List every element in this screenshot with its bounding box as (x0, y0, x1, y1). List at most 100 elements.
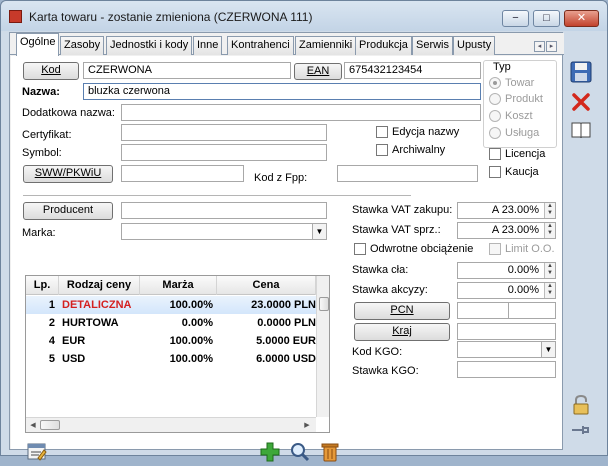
scroll-left-icon[interactable]: ◀ (28, 421, 38, 429)
typ-koszt-label: Koszt (505, 110, 533, 122)
tab-serwis[interactable]: Serwis (412, 36, 454, 55)
ean-button[interactable]: EAN (294, 63, 342, 80)
nazwa-field[interactable]: bluzka czerwona (83, 83, 481, 100)
chevron-down-icon[interactable]: ▼ (541, 342, 555, 357)
kod-kgo-select[interactable]: ▼ (457, 341, 556, 358)
table-row[interactable]: 1 DETALICZNA 100.00% 23.0000 PLN (26, 296, 316, 314)
cell-lp: 5 (48, 353, 55, 365)
tab-zasoby[interactable]: Zasoby (60, 36, 105, 55)
symbol-field[interactable] (121, 144, 327, 161)
dodatkowa-nazwa-field[interactable] (121, 104, 481, 121)
tab-scroll-right-icon[interactable]: ▸ (546, 41, 557, 52)
tab-upusty[interactable]: Upusty (453, 36, 496, 55)
stawka-akcyzy-field[interactable]: 0.00% ▲ ▼ (457, 282, 556, 299)
typ-usluga-label: Usługa (505, 127, 540, 139)
cell-cena: 0.0000 PLN (257, 317, 316, 329)
close-button[interactable]: ✕ (564, 10, 599, 27)
column-header-lp[interactable]: Lp. (26, 276, 59, 295)
spin-icon[interactable]: ▲ ▼ (544, 283, 555, 298)
limit-oo-checkbox[interactable] (489, 243, 501, 255)
tab-inne[interactable]: Inne (193, 36, 223, 55)
kod-button[interactable]: Kod (23, 62, 79, 80)
book-icon[interactable] (570, 119, 592, 141)
cell-rodzaj: USD (62, 353, 86, 365)
chevron-down-icon[interactable]: ▼ (312, 224, 326, 239)
table-row[interactable]: 4 EUR 100.00% 5.0000 EUR (26, 332, 316, 350)
vscroll-thumb[interactable] (319, 297, 329, 311)
price-table-header: Lp. Rodzaj ceny Marża Cena (26, 276, 316, 295)
pin-icon[interactable] (570, 419, 592, 441)
kaucja-checkbox[interactable] (489, 166, 501, 178)
tab-produkcja[interactable]: Produkcja (355, 36, 412, 55)
pcn-button[interactable]: PCN (354, 302, 450, 320)
edit-list-icon[interactable] (25, 441, 49, 465)
search-icon[interactable] (288, 441, 312, 465)
producent-button[interactable]: Producent (23, 202, 113, 220)
edycja-nazwy-label: Edycja nazwy (392, 126, 460, 138)
licencja-label: Licencja (505, 148, 546, 160)
lock-icon[interactable] (570, 394, 592, 416)
vat-sprz-field[interactable]: A 23.00% ▲ ▼ (457, 222, 556, 239)
typ-usluga-radio[interactable] (489, 127, 501, 139)
vat-zakupu-field[interactable]: A 23.00% ▲ ▼ (457, 202, 556, 219)
pcn-field-1[interactable] (457, 302, 509, 319)
kaucja-label: Kaucja (505, 166, 539, 178)
typ-label: Typ (492, 61, 512, 73)
cell-marza: 100.00% (169, 299, 213, 311)
trash-icon[interactable] (318, 441, 342, 465)
nazwa-label: Nazwa: (22, 86, 60, 98)
table-row[interactable]: 5 USD 100.00% 6.0000 USD (26, 350, 316, 368)
table-row[interactable]: 2 HURTOWA 0.00% 0.0000 PLN (26, 314, 316, 332)
odwrotne-obciazenie-checkbox[interactable] (354, 243, 366, 255)
pcn-field-2[interactable] (508, 302, 556, 319)
stawka-cla-field[interactable]: 0.00% ▲ ▼ (457, 262, 556, 279)
kraj-button[interactable]: Kraj (354, 323, 450, 341)
ean-field[interactable]: 675432123454 (344, 62, 481, 79)
window: Karta towaru - zostanie zmieniona (CZERW… (0, 0, 608, 462)
vat-sprz-label: Stawka VAT sprz.: (352, 224, 441, 236)
tab-scroll-left-icon[interactable]: ◂ (534, 41, 545, 52)
save-icon[interactable] (570, 61, 592, 83)
spin-icon[interactable]: ▲ ▼ (544, 263, 555, 278)
spin-icon[interactable]: ▲ ▼ (544, 203, 555, 218)
maximize-button[interactable]: □ (533, 10, 560, 27)
marka-select[interactable]: ▼ (121, 223, 327, 240)
minimize-button[interactable]: − (502, 10, 529, 27)
cancel-icon[interactable] (570, 91, 592, 113)
stawka-kgo-field[interactable] (457, 361, 556, 378)
column-header-cena[interactable]: Cena (217, 276, 316, 295)
price-table[interactable]: Lp. Rodzaj ceny Marża Cena 1 DETALICZNA 10… (25, 275, 330, 433)
typ-produkt-radio[interactable] (489, 93, 501, 105)
kod-fpp-field[interactable] (337, 165, 478, 182)
kraj-field[interactable] (457, 323, 556, 340)
cell-cena: 6.0000 USD (256, 353, 316, 365)
kod-field[interactable]: CZERWONA (83, 62, 291, 79)
add-icon[interactable] (258, 441, 282, 465)
limit-oo-label: Limit O.O. (505, 243, 555, 255)
stawka-akcyzy-label: Stawka akcyzy: (352, 284, 428, 296)
price-table-hscroll[interactable]: ◀ ▶ (26, 417, 316, 432)
title-bar[interactable]: Karta towaru - zostanie zmieniona (CZERW… (1, 1, 607, 31)
typ-towar-radio[interactable] (489, 77, 501, 89)
typ-koszt-radio[interactable] (489, 110, 501, 122)
tab-ogolne[interactable]: Ogólne (16, 33, 60, 56)
edycja-nazwy-checkbox[interactable] (376, 126, 388, 138)
sww-pkwiu-button[interactable]: SWW/PKWiU (23, 165, 113, 183)
archiwalny-checkbox[interactable] (376, 144, 388, 156)
column-header-rodzaj[interactable]: Rodzaj ceny (59, 276, 140, 295)
producent-field[interactable] (121, 202, 327, 219)
licencja-checkbox[interactable] (489, 148, 501, 160)
certyfikat-field[interactable] (121, 124, 327, 141)
tab-kontrahenci[interactable]: Kontrahenci (227, 36, 294, 55)
sww-pkwiu-field[interactable] (121, 165, 244, 182)
window-title: Karta towaru - zostanie zmieniona (CZERW… (29, 10, 313, 24)
column-header-marza[interactable]: Marża (140, 276, 217, 295)
tab-zamienniki[interactable]: Zamienniki (295, 36, 357, 55)
spin-icon[interactable]: ▲ ▼ (544, 223, 555, 238)
hscroll-thumb[interactable] (40, 420, 60, 430)
client-area: Ogólne Zasoby Jednostki i kody Inne Kont… (9, 32, 564, 462)
marka-label: Marka: (22, 227, 56, 239)
scroll-right-icon[interactable]: ▶ (302, 421, 312, 429)
tab-jednostki-i-kody[interactable]: Jednostki i kody (106, 36, 193, 55)
price-table-vscroll[interactable] (316, 276, 329, 417)
